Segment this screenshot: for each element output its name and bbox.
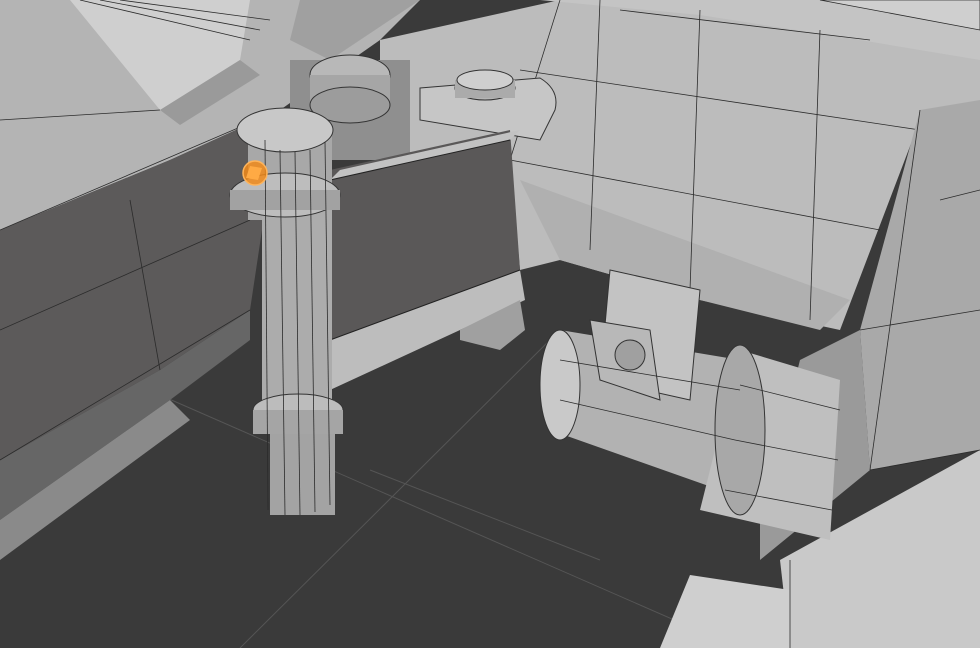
scene-canvas[interactable] <box>0 0 980 648</box>
selected-vertex[interactable] <box>242 160 268 186</box>
3d-viewport[interactable] <box>0 0 980 648</box>
